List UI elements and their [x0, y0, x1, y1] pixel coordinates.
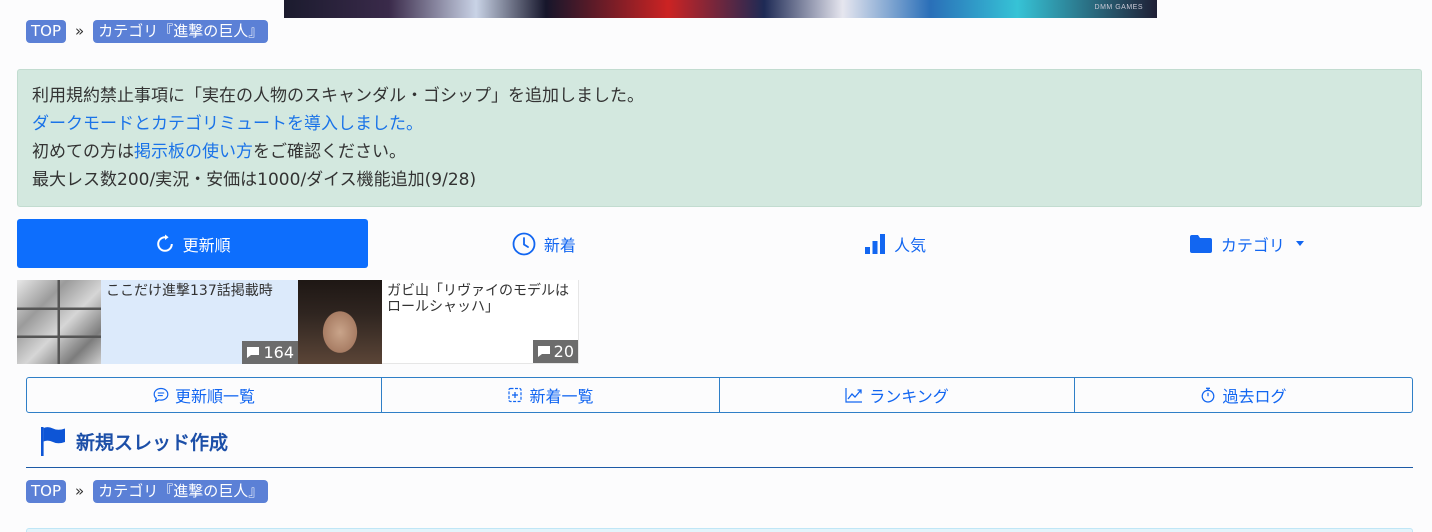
tab-popular[interactable]: 人気 — [720, 219, 1071, 268]
notice-howto-link[interactable]: 掲示板の使い方 — [134, 142, 253, 162]
nav-ranking-label: ランキング — [869, 387, 949, 406]
nav-new-list[interactable]: 新着一覧 — [382, 378, 720, 412]
nav-archive[interactable]: 過去ログ — [1075, 378, 1412, 412]
breadcrumb-separator: » — [75, 22, 85, 40]
tab-category-label: カテゴリ — [1220, 235, 1285, 255]
breadcrumb-top-link[interactable]: TOP — [26, 19, 67, 43]
notice-line-3: 初めての方は掲示板の使い方をご確認ください。 — [32, 138, 1407, 166]
thread-thumbnail — [17, 280, 101, 364]
clock-icon — [512, 232, 536, 255]
tab-updated[interactable]: 更新順 — [17, 219, 369, 268]
notice-line-3-post: をご確認ください。 — [253, 142, 406, 162]
chat-icon — [153, 387, 169, 403]
refresh-icon — [156, 234, 173, 252]
flag-icon — [41, 427, 65, 456]
tab-popular-label: 人気 — [894, 235, 927, 255]
list-navigation: 更新順一覧 新着一覧 ランキング 過去ログ — [26, 377, 1413, 413]
nav-updated-list-label: 更新順一覧 — [174, 387, 255, 406]
sort-tabs: 更新順 新着 人気 カテゴリ — [17, 219, 1422, 268]
new-thread-label: 新規スレッド作成 — [76, 431, 229, 454]
thread-card[interactable]: ここだけ進撃137話掲載時 164 — [17, 280, 298, 364]
folder-icon — [1189, 234, 1212, 253]
breadcrumb-separator: » — [75, 482, 85, 500]
plus-square-icon — [508, 387, 523, 403]
chat-bubble-icon — [537, 346, 550, 357]
comment-count-badge: 164 — [242, 341, 298, 364]
stopwatch-icon — [1202, 387, 1215, 403]
breadcrumb-top-link[interactable]: TOP — [26, 479, 67, 503]
thread-info: ガビ山「リヴァイのモデルはロールシャッハ」 20 — [382, 280, 578, 363]
comment-count-badge: 20 — [532, 340, 578, 363]
comment-count: 164 — [263, 342, 294, 362]
tab-category[interactable]: カテゴリ — [1071, 219, 1422, 268]
notice-box: 利用規約禁止事項に「実在の人物のスキャンダル・ゴシップ」を追加しました。 ダーク… — [17, 69, 1422, 207]
chevron-down-icon — [1295, 241, 1304, 246]
bar-chart-icon — [865, 233, 886, 254]
notice-darkmode-link[interactable]: ダークモードとカテゴリミュートを導入しました。 — [32, 114, 423, 134]
thread-info: ここだけ進撃137話掲載時 164 — [101, 280, 298, 364]
new-thread-button[interactable]: 新規スレッド作成 — [40, 425, 228, 457]
breadcrumb-category-link[interactable]: カテゴリ『進撃の巨人』 — [93, 479, 269, 503]
tab-new-label: 新着 — [543, 235, 576, 255]
banner-brand: DMM GAMES — [1094, 4, 1143, 11]
nav-updated-list[interactable]: 更新順一覧 — [27, 378, 382, 412]
thread-thumbnail — [298, 280, 382, 364]
thread-title[interactable]: ガビ山「リヴァイのモデルはロールシャッハ」 — [387, 283, 573, 315]
tab-new[interactable]: 新着 — [368, 219, 719, 268]
tab-updated-label: 更新順 — [182, 235, 231, 255]
nav-ranking[interactable]: ランキング — [720, 378, 1075, 412]
chat-bubble-icon — [247, 347, 260, 358]
comment-count: 20 — [553, 341, 574, 361]
breadcrumb: TOP » カテゴリ『進撃の巨人』 — [26, 479, 269, 503]
nav-archive-label: 過去ログ — [1222, 387, 1287, 406]
notice-line-4: 最大レス数200/実況・安価は1000/ダイス機能追加(9/28) — [32, 170, 477, 190]
notice-line-3-pre: 初めての方は — [32, 142, 134, 162]
top-banner-ad[interactable]: DMM GAMES — [284, 0, 1157, 18]
breadcrumb-category-link[interactable]: カテゴリ『進撃の巨人』 — [93, 19, 269, 43]
thread-card[interactable]: ガビ山「リヴァイのモデルはロールシャッハ」 20 — [298, 280, 579, 364]
breadcrumb: TOP » カテゴリ『進撃の巨人』 — [26, 19, 269, 43]
nav-new-list-label: 新着一覧 — [529, 387, 594, 406]
info-box — [26, 528, 1413, 532]
section-divider — [26, 467, 1413, 468]
graph-up-icon — [845, 388, 863, 403]
notice-line-1: 利用規約禁止事項に「実在の人物のスキャンダル・ゴシップ」を追加しました。 — [32, 86, 644, 106]
thread-title[interactable]: ここだけ進撃137話掲載時 — [106, 283, 293, 299]
